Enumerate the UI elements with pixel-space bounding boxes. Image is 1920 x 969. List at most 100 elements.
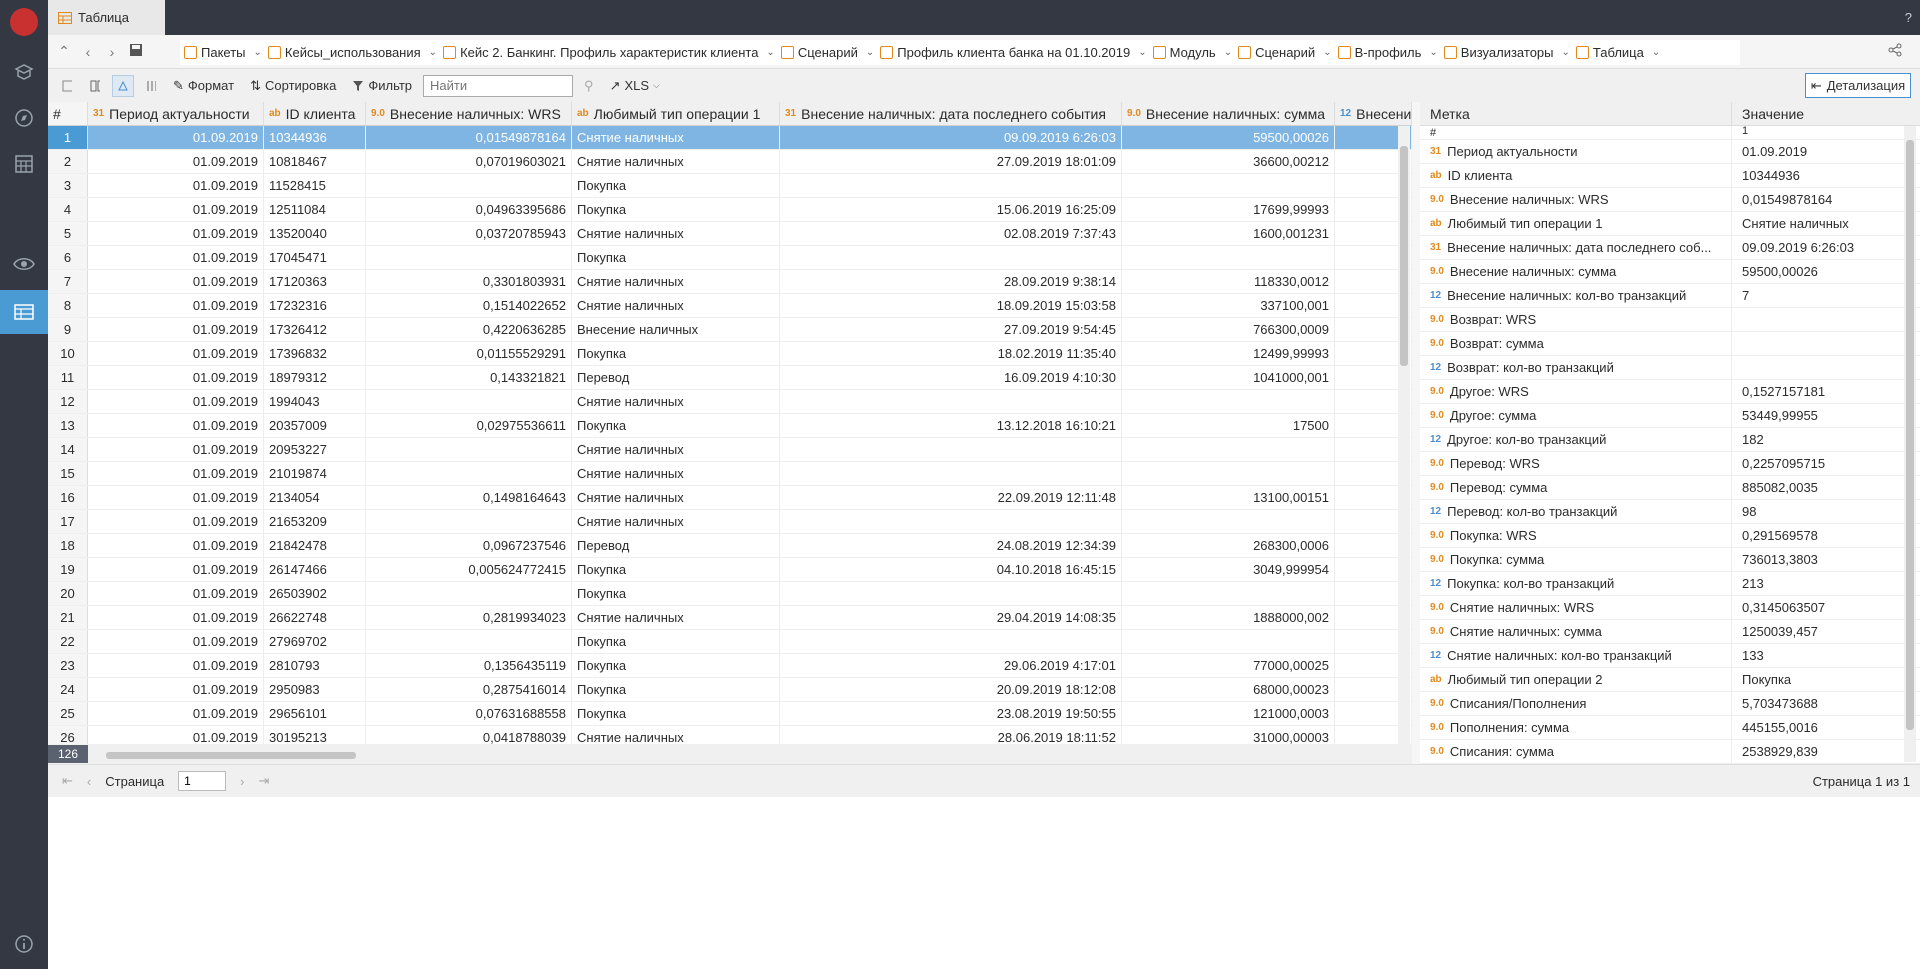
details-row[interactable]: 12 Покупка: кол-во транзакций 213 (1420, 572, 1920, 596)
format-button[interactable]: ✎ Формат (168, 75, 239, 97)
forward-arrow-icon[interactable]: › (100, 44, 124, 60)
table-row[interactable]: 25 01.09.2019 29656101 0,07631688558 Покупка… (48, 702, 1412, 726)
breadcrumb-item[interactable]: Пакеты ⌄ (184, 45, 262, 60)
first-page-icon[interactable]: ⇤ (62, 773, 73, 789)
chevron-down-icon[interactable]: ⌄ (1323, 47, 1331, 58)
details-row[interactable]: 12 Возврат: кол-во транзакций (1420, 356, 1920, 380)
details-row[interactable]: 31 Период актуальности 01.09.2019 (1420, 140, 1920, 164)
details-row[interactable]: 12 Другое: кол-во транзакций 182 (1420, 428, 1920, 452)
chevron-down-icon[interactable]: ⌄ (1138, 47, 1146, 58)
details-row[interactable]: 9.0 Возврат: WRS (1420, 308, 1920, 332)
table-row[interactable]: 23 01.09.2019 2810793 0,1356435119 Покупка 29… (48, 654, 1412, 678)
details-row[interactable]: 31 Внесение наличных: дата последнего соб… (1420, 236, 1920, 260)
calculator-nav-icon[interactable] (0, 142, 48, 186)
details-row[interactable]: 9.0 Внесение наличных: сумма 59500,00026 (1420, 260, 1920, 284)
breadcrumb-item[interactable]: Кейсы_использования ⌄ (267, 45, 437, 60)
table-row[interactable]: 12 01.09.2019 1994043 Снятие наличных (48, 390, 1412, 414)
table-row[interactable]: 4 01.09.2019 12511084 0,04963395686 Покупка 1… (48, 198, 1412, 222)
search-icon[interactable]: ⚲ (579, 75, 599, 97)
chevron-down-icon[interactable]: ⌄ (1224, 47, 1232, 58)
details-row[interactable]: ab ID клиента 10344936 (1420, 164, 1920, 188)
table-row[interactable]: 5 01.09.2019 13520040 0,03720785943 Снятие н… (48, 222, 1412, 246)
chevron-down-icon[interactable]: ⌄ (1562, 47, 1570, 58)
column-header[interactable]: 9.0 Внесение наличных: WRS (366, 102, 572, 125)
breadcrumb-item[interactable]: Модуль ⌄ (1152, 45, 1232, 60)
select-all-icon[interactable] (56, 75, 78, 97)
next-page-icon[interactable]: › (240, 774, 244, 789)
table-row[interactable]: 6 01.09.2019 17045471 Покупка (48, 246, 1412, 270)
table-row[interactable]: 19 01.09.2019 26147466 0,005624772415 Покупк… (48, 558, 1412, 582)
table-horizontal-scrollbar[interactable]: 126 (48, 744, 1412, 764)
column-header[interactable]: 12 Внесени (1335, 102, 1412, 125)
details-row[interactable]: 9.0 Другое: сумма 53449,99955 (1420, 404, 1920, 428)
table-row[interactable]: 8 01.09.2019 17232316 0,1514022652 Снятие на… (48, 294, 1412, 318)
details-row[interactable]: 9.0 Покупка: сумма 736013,3803 (1420, 548, 1920, 572)
table-row[interactable]: 2 01.09.2019 10818467 0,07019603021 Снятие н… (48, 150, 1412, 174)
table-row[interactable]: 18 01.09.2019 21842478 0,0967237546 Перевод 2… (48, 534, 1412, 558)
chevron-down-icon[interactable]: ⌄ (1429, 47, 1437, 58)
breadcrumb-item[interactable]: В-профиль ⌄ (1337, 45, 1438, 60)
save-icon[interactable] (124, 43, 148, 60)
table-row[interactable]: 17 01.09.2019 21653209 Снятие наличных (48, 510, 1412, 534)
breadcrumb-item[interactable]: Сценарий ⌄ (780, 45, 874, 60)
chevron-down-icon[interactable]: ⌄ (766, 47, 774, 58)
details-row[interactable]: 12 Снятие наличных: кол-во транзакций 133 (1420, 644, 1920, 668)
details-row[interactable]: 9.0 Перевод: сумма 885082,0035 (1420, 476, 1920, 500)
table-row[interactable]: 9 01.09.2019 17326412 0,4220636285 Внесение … (48, 318, 1412, 342)
table-row[interactable]: 1 01.09.2019 10344936 0,01549878164 Снятие н… (48, 126, 1412, 150)
breadcrumb-item[interactable]: Таблица ⌄ (1575, 45, 1660, 60)
freeze-columns-icon[interactable] (140, 75, 162, 97)
details-row[interactable]: 9.0 Покупка: WRS 0,291569578 (1420, 524, 1920, 548)
table-row[interactable]: 15 01.09.2019 21019874 Снятие наличных (48, 462, 1412, 486)
details-row[interactable]: 9.0 Снятие наличных: WRS 0,3145063507 (1420, 596, 1920, 620)
breadcrumb-item[interactable]: Кейс 2. Банкинг. Профиль характеристик к… (443, 45, 775, 60)
details-row[interactable]: 9.0 Пополнения: сумма 445155,0016 (1420, 716, 1920, 740)
last-page-icon[interactable]: ⇥ (259, 773, 270, 789)
back-arrow-icon[interactable]: ‹ (76, 44, 100, 60)
help-icon[interactable]: ? (1905, 10, 1912, 25)
table-row[interactable]: 13 01.09.2019 20357009 0,02975536611 Покупка… (48, 414, 1412, 438)
page-input[interactable] (178, 771, 227, 791)
table-row[interactable]: 11 01.09.2019 18979312 0,143321821 Перевод 16… (48, 366, 1412, 390)
export-xls-button[interactable]: ↗ XLS ⌵ (605, 75, 665, 97)
details-row[interactable]: 9.0 Другое: WRS 0,1527157181 (1420, 380, 1920, 404)
chevron-down-icon[interactable]: ⌄ (866, 47, 874, 58)
table-nav-icon[interactable] (0, 290, 48, 334)
details-row[interactable]: 9.0 Снятие наличных: сумма 1250039,457 (1420, 620, 1920, 644)
table-row[interactable]: 10 01.09.2019 17396832 0,01155529291 Покупка… (48, 342, 1412, 366)
eye-nav-icon[interactable] (0, 242, 48, 286)
table-row[interactable]: 20 01.09.2019 26503902 Покупка (48, 582, 1412, 606)
column-settings-icon[interactable] (84, 75, 106, 97)
chevron-down-icon[interactable]: ⌄ (429, 47, 437, 58)
prev-page-icon[interactable]: ‹ (87, 774, 91, 789)
app-logo[interactable] (10, 8, 38, 36)
column-header[interactable]: ab Любимый тип операции 1 (572, 102, 780, 125)
details-row[interactable]: 9.0 Списания/Пополнения 5,703473688 (1420, 692, 1920, 716)
document-tab[interactable]: Таблица (48, 0, 165, 35)
chevron-down-icon[interactable]: ⌄ (254, 47, 262, 58)
up-arrow-icon[interactable]: ⌃ (52, 43, 76, 60)
share-icon[interactable] (1888, 43, 1902, 60)
table-row[interactable]: 14 01.09.2019 20953227 Снятие наличных (48, 438, 1412, 462)
table-row[interactable]: 21 01.09.2019 26622748 0,2819934023 Снятие н… (48, 606, 1412, 630)
details-row[interactable]: ab Любимый тип операции 1 Снятие наличных (1420, 212, 1920, 236)
breadcrumb-item[interactable]: Визуализаторы ⌄ (1443, 45, 1570, 60)
column-header[interactable]: 9.0 Внесение наличных: сумма (1122, 102, 1335, 125)
table-vertical-scrollbar[interactable] (1398, 126, 1410, 744)
table-row[interactable]: 3 01.09.2019 11528415 Покупка (48, 174, 1412, 198)
details-row[interactable]: 9.0 Возврат: сумма (1420, 332, 1920, 356)
details-row[interactable]: 12 Перевод: кол-во транзакций 98 (1420, 500, 1920, 524)
table-row[interactable]: 7 01.09.2019 17120363 0,3301803931 Снятие на… (48, 270, 1412, 294)
details-row[interactable]: 9.0 Списания: сумма 2538929,839 (1420, 740, 1920, 764)
breadcrumb-item[interactable]: Сценарий ⌄ (1238, 45, 1332, 60)
details-row[interactable]: 9.0 Внесение наличных: WRS 0,01549878164 (1420, 188, 1920, 212)
info-icon[interactable] (0, 922, 48, 966)
table-row[interactable]: 16 01.09.2019 2134054 0,1498164643 Снятие на… (48, 486, 1412, 510)
details-row[interactable]: 9.0 Перевод: WRS 0,2257095715 (1420, 452, 1920, 476)
details-row[interactable]: ab Любимый тип операции 2 Покупка (1420, 668, 1920, 692)
chevron-down-icon[interactable]: ⌄ (1652, 47, 1660, 58)
table-row[interactable]: 24 01.09.2019 2950983 0,2875416014 Покупка 20… (48, 678, 1412, 702)
sort-button[interactable]: ⇅ Сортировка (245, 75, 341, 97)
column-header[interactable]: # (48, 102, 88, 125)
column-header[interactable]: ab ID клиента (264, 102, 366, 125)
